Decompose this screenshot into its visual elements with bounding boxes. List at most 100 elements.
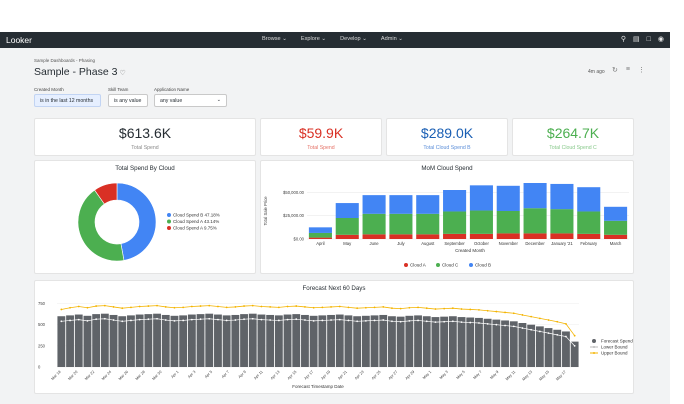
nav-admin[interactable]: Admin ⌄ [381,36,403,42]
filter-created-month[interactable]: is in the last 12 months [34,94,101,107]
filter-application-name[interactable]: any value ⌄ [154,94,227,107]
x-tick-label: May 13 [522,370,534,382]
x-tick-label: Mar 20 [67,370,78,381]
breadcrumb[interactable]: Sample Dashboards - Phasing [34,58,95,63]
series-point [538,317,541,320]
marketplace-icon[interactable]: ▤ [633,35,640,44]
y-tick-label: $0.00 [294,237,305,242]
filter-application-name-value: any value [160,98,183,104]
bar-segment [550,233,574,239]
series-point [77,318,80,321]
series-point [399,307,402,310]
search-icon[interactable]: ⚲ [621,35,626,44]
forecast-bar [396,316,405,367]
donut-chart: Cloud Spend B 47.18%Cloud Spend A 43.14%… [77,182,220,262]
series-point [573,334,576,337]
bar-segment [496,211,520,234]
series-point [103,317,106,320]
series-point [190,305,193,308]
series-point [373,319,376,322]
page-title: Sample - Phase 3 ♡ [34,66,126,78]
reload-icon[interactable]: ↻ [612,66,618,74]
kpi-value: $289.0K [420,125,474,141]
series-point [373,306,376,309]
bar-segment [496,185,520,211]
series-point [199,305,202,307]
series-point [451,307,454,310]
kpi-card-total-spend-a[interactable]: $59.9K Total Spend [260,118,382,156]
x-tick-label: October [474,241,490,246]
filter-icon[interactable]: ≡ [626,66,630,74]
account-icon[interactable]: ◉ [658,35,664,44]
favorite-heart-icon[interactable]: ♡ [119,70,125,77]
bar-segment [604,220,628,235]
forecast-chart-card: Forecast Next 60 Days 0 250 500 750 Mar 18 Ma… [34,280,634,394]
series-point [251,304,254,307]
help-icon[interactable]: □ [647,35,651,44]
series-point [547,332,550,335]
dashboard-title: Sample - Phase 3 [34,66,118,78]
forecast-bar [274,315,283,367]
series-point [121,307,124,310]
bar-segment [335,218,359,235]
kpi-card-cloud-spend-c[interactable]: $264.7K Total Cloud Spend C [512,118,634,156]
x-tick-label: Mar 30 [152,370,163,381]
series-point [417,306,419,309]
series-point [138,318,141,321]
series-point [556,333,559,336]
filter-label-application-name: Application Name [154,87,190,92]
x-tick-label: Apr 25 [371,370,382,381]
series-point [304,306,306,308]
series-point [60,308,63,311]
filter-skill-team[interactable]: is any value [108,94,148,107]
series-point [86,306,89,309]
looker-logo[interactable]: Looker [6,35,32,45]
forecast-bar [344,315,353,367]
more-menu-icon[interactable]: ⋮ [638,66,645,74]
series-point [234,319,237,321]
series-point [364,319,367,322]
bar-segment [362,213,386,235]
kpi-value: $59.9K [298,125,344,141]
nav-browse[interactable]: Browse ⌄ [262,36,287,42]
x-tick-label: Apr 17 [304,370,315,381]
forecast-bar [309,315,318,367]
forecast-bar [292,314,301,367]
series-point [164,319,167,321]
y-tick-label: 750 [38,301,46,306]
forecast-bar [518,323,527,367]
series-point [434,321,437,324]
nav-explore[interactable]: Explore ⌄ [301,36,326,42]
series-point [451,320,454,323]
nav-develop[interactable]: Develop ⌄ [340,36,367,42]
kpi-card-total-spend[interactable]: $613.6K Total Spend [34,118,256,156]
forecast-bar [240,314,248,367]
series-point [469,308,472,311]
bar-segment [416,195,440,214]
legend-swatch [404,263,408,267]
legend-label: Upper Bound [601,351,628,356]
y-tick-label: $50,000.00 [283,190,305,195]
donut-slice [77,189,125,262]
series-point [565,322,567,325]
forecast-bar [431,317,440,367]
bar-segment [443,211,467,234]
legend-swatch [592,339,596,343]
series-point [565,335,567,338]
series-point [538,330,541,333]
x-tick-label: November [499,241,519,246]
kpi-value: $613.6K [118,125,172,141]
bar-segment [577,211,601,234]
kpi-card-cloud-spend-b[interactable]: $289.0K Total Cloud Spend B [386,118,508,156]
series-point [382,306,385,308]
series-point [260,318,263,321]
forecast-bar [466,317,475,367]
series-point [173,306,176,309]
kpi-label: Total Cloud Spend C [549,145,597,151]
x-tick-label: May 9 [489,370,499,380]
forecast-bar [231,314,240,367]
series-point [208,317,211,320]
forecast-bar [361,315,370,367]
forecast-bar [257,314,266,367]
series-point [190,318,193,321]
